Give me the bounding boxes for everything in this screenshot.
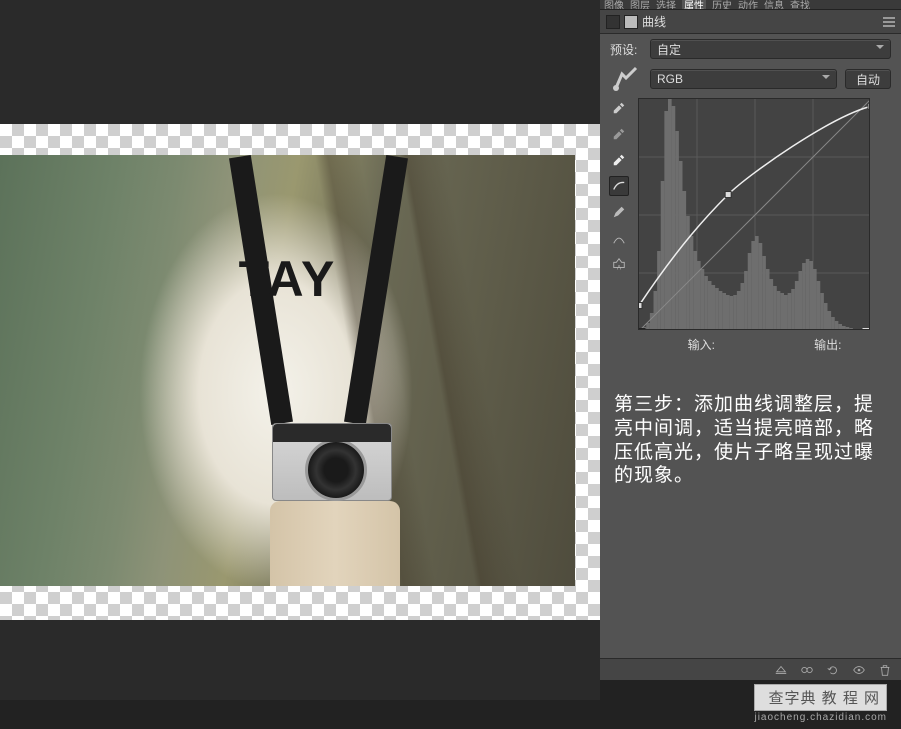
panel-menu-icon[interactable] [883, 17, 895, 27]
channel-dropdown[interactable]: RGB [650, 69, 837, 89]
eyedropper-black-icon[interactable] [609, 98, 629, 118]
curves-editor: A [638, 98, 891, 330]
watermark-main: 查字典 教 程 网 [754, 684, 887, 711]
menu-item[interactable]: 信息 [764, 0, 784, 10]
curve-io-row: 输入: 输出: [600, 330, 901, 353]
photo-legs [270, 501, 400, 586]
visibility-icon[interactable] [851, 663, 867, 677]
clip-warning-icon[interactable]: A [609, 254, 629, 274]
input-label: 输入: [688, 336, 715, 353]
eyedropper-white-icon[interactable] [609, 150, 629, 170]
channel-row: RGB 自动 [600, 64, 901, 94]
menu-item[interactable]: 图像 [604, 0, 624, 10]
photo-layer [0, 155, 575, 586]
menu-item[interactable]: 图层 [630, 0, 650, 10]
watermark-sub: jiaocheng.chazidian.com [754, 712, 887, 723]
menubar[interactable]: 图像 图层 选择 属性 历史 动作 信息 查找 [600, 0, 901, 10]
curve-point-tool-icon[interactable] [609, 176, 629, 196]
menu-item[interactable]: 历史 [712, 0, 732, 10]
instruction-text: 第三步：添加曲线调整层，提亮中间调，适当提亮暗部，略压低高光，使片子略呈现过曝的… [600, 353, 901, 488]
preset-dropdown[interactable]: 自定 [650, 39, 891, 59]
panel-tabbar: 曲线 [600, 10, 901, 34]
document-workspace [0, 0, 600, 700]
auto-button[interactable]: 自动 [845, 69, 891, 89]
black-point-slider[interactable] [638, 328, 646, 330]
photo-strap [344, 155, 408, 425]
mask-icon [624, 15, 638, 29]
menu-item[interactable]: 选择 [656, 0, 676, 10]
preset-row: 预设: 自定 [600, 34, 901, 64]
eyedropper-gray-icon[interactable] [609, 124, 629, 144]
preset-label: 预设: [610, 41, 642, 58]
delete-icon[interactable] [877, 663, 893, 677]
menu-item[interactable]: 动作 [738, 0, 758, 10]
output-label: 输出: [814, 336, 841, 353]
preset-value: 自定 [657, 41, 681, 58]
channel-value: RGB [657, 72, 683, 86]
white-point-slider[interactable] [862, 328, 870, 330]
reset-icon[interactable] [825, 663, 841, 677]
watermark: 查字典 教 程 网 jiaocheng.chazidian.com [754, 684, 887, 723]
adjustment-icon [606, 15, 620, 29]
menu-item[interactable]: 属性 [682, 0, 706, 10]
clip-to-layer-icon[interactable] [773, 663, 789, 677]
panel-footer [600, 658, 901, 680]
view-previous-icon[interactable] [799, 663, 815, 677]
properties-panel: 图像 图层 选择 属性 历史 动作 信息 查找 曲线 预设: 自定 RGB 自动 [600, 0, 901, 680]
smooth-tool-icon[interactable] [609, 228, 629, 248]
curves-toolcolumn: A [608, 98, 630, 274]
photo-camera [272, 423, 392, 501]
curve-graph[interactable] [638, 98, 870, 330]
canvas-area[interactable] [0, 124, 600, 620]
menu-item[interactable]: 查找 [790, 0, 810, 10]
finger-icon[interactable] [610, 62, 642, 97]
pencil-tool-icon[interactable] [609, 202, 629, 222]
panel-title: 曲线 [642, 13, 666, 30]
photo-strap [229, 155, 293, 425]
